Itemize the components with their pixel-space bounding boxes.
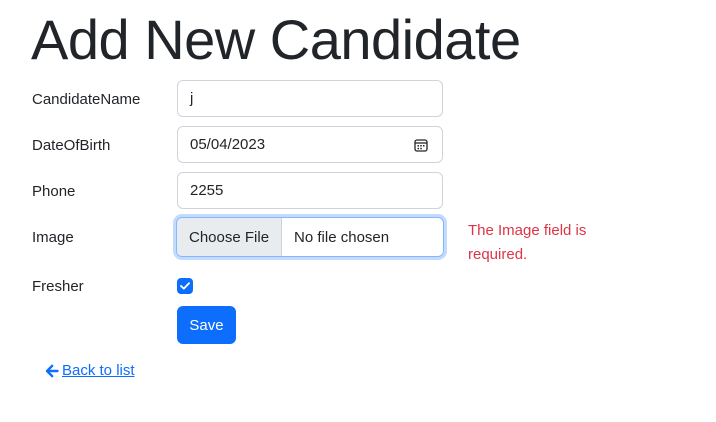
fresher-label: Fresher	[32, 278, 84, 295]
image-label: Image	[32, 229, 74, 246]
phone-label: Phone	[32, 183, 76, 200]
calendar-icon[interactable]	[414, 138, 428, 152]
date-of-birth-input[interactable]: 05/04/2023	[177, 126, 443, 163]
back-to-list-link[interactable]: Back to list	[45, 361, 135, 381]
date-of-birth-label: DateOfBirth	[32, 137, 111, 154]
candidate-name-input[interactable]: j	[177, 80, 443, 117]
page-title: Add New Candidate	[31, 8, 521, 71]
image-validation-message: The Image field is required.	[468, 222, 587, 263]
choose-file-button[interactable]: Choose File	[177, 218, 283, 256]
candidate-name-value: j	[190, 89, 194, 107]
phone-input[interactable]: 2255	[177, 172, 443, 209]
file-status-text: No file chosen	[294, 228, 390, 246]
fresher-checkbox[interactable]	[177, 278, 193, 294]
phone-value: 2255	[190, 181, 224, 199]
candidate-name-label: CandidateName	[32, 91, 141, 108]
checkmark-icon	[180, 282, 190, 290]
image-file-input[interactable]: Choose File No file chosen	[176, 217, 444, 257]
date-of-birth-value: 05/04/2023	[190, 135, 266, 153]
back-to-list-label: Back to list	[62, 362, 135, 379]
save-button[interactable]: Save	[177, 306, 236, 344]
arrow-left-icon	[45, 364, 59, 378]
